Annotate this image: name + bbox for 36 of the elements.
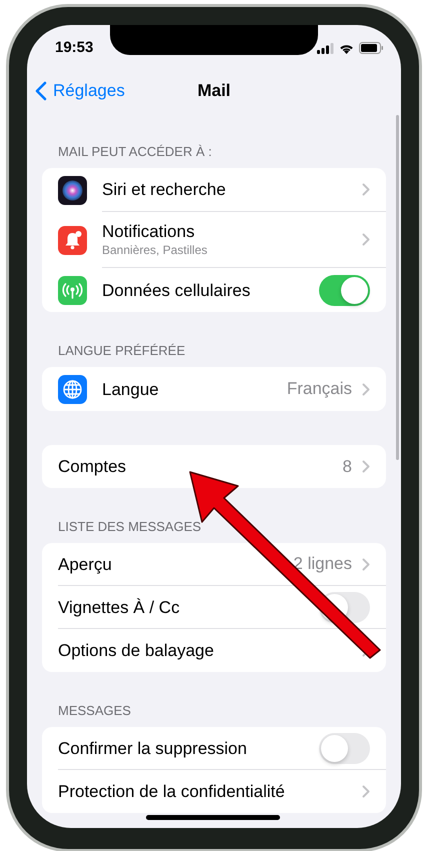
row-label: Notifications	[102, 221, 196, 242]
chevron-icon	[362, 558, 370, 570]
section-header: MAIL PEUT ACCÉDER À :	[57, 143, 213, 161]
toggle-switch[interactable]	[319, 732, 370, 764]
toggle-switch[interactable]	[319, 274, 370, 306]
battery-icon	[359, 42, 383, 54]
chevron-icon	[362, 382, 370, 396]
chevron-icon	[362, 785, 370, 798]
clock-time: 19:53	[55, 38, 94, 58]
row-label: Aperçu	[58, 554, 113, 574]
row-label: Vignettes À / Cc	[58, 596, 181, 618]
back-chevron-icon	[35, 81, 47, 101]
chevron-icon	[362, 460, 370, 473]
row-label: Siri et recherche	[102, 179, 227, 200]
row-label: Comptes	[58, 456, 128, 477]
siri-icon	[58, 176, 87, 204]
signal-icon	[317, 42, 334, 54]
chevron-icon	[362, 233, 370, 246]
row-value: 8	[342, 456, 352, 478]
screen-title: Mail	[197, 80, 231, 102]
row-label: Options de balayage	[58, 640, 215, 661]
wifi-icon	[339, 42, 354, 54]
chevron-icon	[362, 183, 370, 196]
row-label: Données cellulaires	[102, 280, 252, 300]
bell-icon	[58, 226, 87, 254]
row-label: Protection de la confidentialité	[58, 781, 286, 802]
section-header: MESSAGES	[57, 702, 132, 720]
row-label: Langue	[102, 378, 160, 400]
section-header: LISTE DES MESSAGES	[57, 518, 202, 536]
row-label: Confirmer la suppression	[58, 738, 248, 758]
back-button[interactable]: Réglages	[35, 78, 125, 104]
section-header: LANGUE PRÉFÉRÉE	[57, 342, 186, 360]
antenna-icon	[58, 276, 87, 304]
row-value: Français	[286, 378, 352, 400]
globe-icon	[58, 374, 87, 404]
row-subtitle: Bannières, Pastilles	[102, 242, 208, 258]
